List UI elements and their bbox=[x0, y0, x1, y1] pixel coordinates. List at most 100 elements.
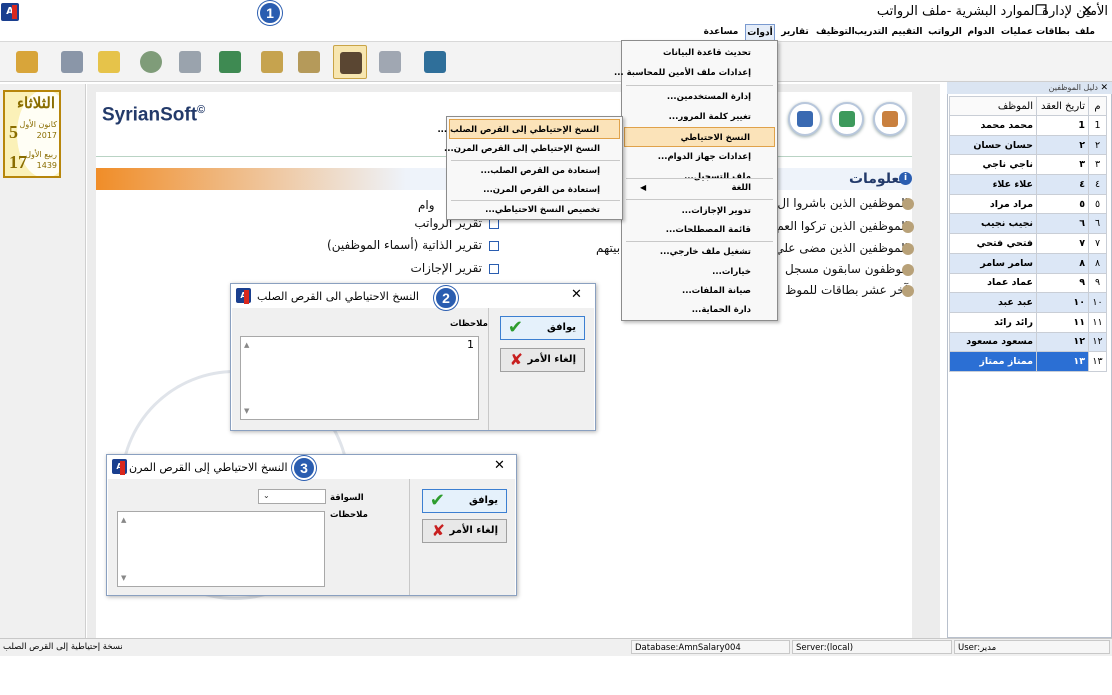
status-database: Database:AmnSalary004 bbox=[631, 640, 790, 654]
drive-select[interactable]: ⌄ bbox=[258, 489, 326, 504]
exit-button[interactable] bbox=[10, 45, 44, 79]
submenu-item-backup-fd[interactable]: النسخ الإحتياطي إلى القرص المرن... bbox=[444, 139, 620, 159]
row-contract: ٨ bbox=[1036, 252, 1089, 274]
submenu-item-restore-fd[interactable]: إستعادة من القرص المرن... bbox=[449, 180, 620, 200]
info-link-last-cards[interactable]: آخر عشر بطاقات للموظ bbox=[785, 283, 908, 297]
row-index: ٢ bbox=[1088, 134, 1107, 156]
employee-card-button[interactable] bbox=[55, 45, 89, 79]
calendar-day-name: الثلاثاء bbox=[16, 94, 55, 112]
title-bar: ❐ ✕ الأمين لإدارة الموارد البشرية -ملف ا… bbox=[0, 0, 1112, 43]
ok-button[interactable]: يوافق ✔ bbox=[422, 489, 507, 513]
brand-name: SyrianSoft bbox=[102, 104, 198, 126]
table-row[interactable]: ٣ ٣ ناجي ناجي bbox=[949, 154, 1107, 176]
dialog-close-icon[interactable]: ✕ bbox=[571, 287, 582, 302]
menu-item-device-settings[interactable]: إعدادات جهاز الدوام... bbox=[624, 147, 775, 167]
report-books-button[interactable] bbox=[292, 45, 326, 79]
scroll-down-icon[interactable]: ▼ bbox=[244, 407, 249, 415]
table-row-selected[interactable]: ١٣ ١٣ ممتاز ممتاز bbox=[949, 351, 1107, 372]
ok-button-label: يوافق bbox=[546, 322, 576, 333]
table-row[interactable]: ١١ ١١ رائد رائد bbox=[949, 311, 1107, 333]
info-link-started[interactable]: الموظفين الذين باشروا ال bbox=[777, 196, 908, 210]
column-header-index[interactable]: م bbox=[1088, 96, 1107, 116]
ok-button-label: يوافق bbox=[468, 495, 498, 506]
row-index: ٧ bbox=[1088, 233, 1107, 254]
status-server: Server:(local) bbox=[792, 640, 952, 654]
info-link-left[interactable]: الموظفين الذين تركوا العم bbox=[776, 219, 908, 233]
ok-button[interactable]: يوافق ✔ bbox=[500, 316, 585, 340]
dialog-app-icon: A bbox=[236, 288, 251, 304]
window-title: الأمين لإدارة الموارد البشرية -ملف الروا… bbox=[876, 4, 1108, 43]
menu-cards[interactable]: بطاقات bbox=[1036, 24, 1070, 41]
menu-recruitment[interactable]: التوظيف bbox=[816, 24, 855, 41]
menu-item-maintenance[interactable]: صيانة الملفات... bbox=[624, 281, 775, 301]
menu-reports[interactable]: تقارير bbox=[778, 24, 812, 41]
chevron-down-icon: ⌄ bbox=[263, 491, 270, 500]
calendar-greg-day: 5 bbox=[9, 122, 18, 142]
scroll-up-icon[interactable]: ▲ bbox=[244, 341, 249, 349]
menu-salaries[interactable]: الرواتب bbox=[928, 24, 962, 41]
home-button[interactable] bbox=[873, 102, 907, 136]
scroll-up-icon[interactable]: ▲ bbox=[121, 516, 126, 524]
notes-textarea[interactable]: 1 ▲ ▼ bbox=[240, 336, 479, 420]
dialog-close-icon[interactable]: ✕ bbox=[494, 458, 505, 473]
menu-item-terms[interactable]: قائمة المصطلحات... bbox=[624, 220, 775, 240]
info-link-former[interactable]: موظفون سابقون مسجل bbox=[785, 262, 908, 276]
drive-label: السواقة bbox=[330, 493, 364, 503]
menu-help[interactable]: مساعدة bbox=[702, 24, 740, 41]
table-row[interactable]: ١٢ ١٢ مسعود مسعود bbox=[949, 331, 1107, 353]
panel-close-icon[interactable]: ✕ bbox=[1100, 82, 1108, 94]
scroll-down-icon[interactable]: ▼ bbox=[121, 574, 126, 582]
table-row[interactable]: ٥ ٥ مراد مراد bbox=[949, 193, 1107, 215]
menu-tools[interactable]: أدوات bbox=[745, 24, 775, 41]
menu-item-update-db[interactable]: تحديث قاعدة البيانات bbox=[624, 43, 775, 63]
books-button[interactable] bbox=[255, 45, 289, 79]
add-field-button[interactable] bbox=[92, 45, 126, 79]
menu-item-users[interactable]: إدارة المستخدمين... bbox=[624, 87, 775, 107]
table-row[interactable]: ٨ ٨ سامر سامر bbox=[949, 252, 1107, 274]
calculator-button[interactable] bbox=[373, 45, 407, 79]
submenu-item-backup-hd[interactable]: النسخ الإحتياطي إلى القرص الصلب ... bbox=[437, 119, 620, 139]
menu-item-options[interactable]: خيارات... bbox=[624, 262, 775, 282]
menu-item-language[interactable]: اللغة bbox=[624, 178, 775, 198]
menu-evaluation[interactable]: التقييم bbox=[890, 24, 924, 41]
table-row[interactable]: 1 1 محمد محمد bbox=[949, 115, 1107, 136]
refresh-button[interactable] bbox=[830, 102, 864, 136]
door-button[interactable] bbox=[418, 45, 452, 79]
table-row[interactable]: ٢ ٢ حسان حسان bbox=[949, 134, 1107, 156]
menu-item-run-external[interactable]: تشغيل ملف خارجي... bbox=[624, 242, 775, 262]
cancel-button[interactable]: إلغاء الأمر ✘ bbox=[500, 348, 585, 372]
menu-item-accounting-settings[interactable]: إعدادات ملف الأمين للمحاسبة ... bbox=[614, 63, 775, 83]
notes-textarea[interactable]: ▲ ▼ bbox=[117, 511, 325, 587]
cancel-button[interactable]: إلغاء الأمر ✘ bbox=[422, 519, 507, 543]
settings-button[interactable] bbox=[788, 102, 822, 136]
column-header-employee[interactable]: الموظف bbox=[949, 96, 1037, 116]
table-row[interactable]: ١٠ ١٠ عبد عبد bbox=[949, 292, 1107, 313]
table-row[interactable]: ٦ ٦ نجيب نجيب bbox=[949, 213, 1107, 235]
table-row[interactable]: ٩ ٩ عماد عماد bbox=[949, 272, 1107, 294]
menu-file[interactable]: ملف bbox=[1074, 24, 1096, 41]
menu-item-rotate-leaves[interactable]: تدوير الإجازات... bbox=[624, 201, 775, 221]
money-button[interactable] bbox=[213, 45, 247, 79]
submenu-item-customize-backup[interactable]: تخصيص النسخ الاحتياطي... bbox=[449, 200, 620, 220]
menu-item-backup[interactable]: النسخ الاحتياطي bbox=[624, 127, 775, 147]
menu-operations[interactable]: عمليات bbox=[1000, 24, 1034, 41]
menu-item-change-password[interactable]: تغيير كلمة المرور... bbox=[624, 107, 775, 127]
clock-button[interactable] bbox=[134, 45, 168, 79]
books-icon bbox=[261, 51, 283, 73]
report-personnel-link[interactable]: تقرير الذاتية (أسماء الموظفين) bbox=[327, 238, 482, 252]
row-contract: ٦ bbox=[1036, 213, 1089, 235]
calculator-clock-button[interactable] bbox=[173, 45, 207, 79]
report-leaves-link[interactable]: تقرير الإجازات bbox=[411, 261, 482, 275]
submenu-item-restore-hd[interactable]: إستعادة من القرص الصلب... bbox=[449, 161, 620, 181]
table-row[interactable]: ٤ ٤ علاء علاء bbox=[949, 174, 1107, 195]
row-employee: عماد عماد bbox=[949, 272, 1037, 294]
employees-button[interactable] bbox=[333, 45, 367, 79]
row-employee: عبد عبد bbox=[949, 292, 1037, 313]
cross-icon: ✘ bbox=[431, 521, 445, 540]
menu-training[interactable]: التدريب bbox=[854, 24, 888, 41]
info-link-tenure[interactable]: الموظفين الذين مضى علي bbox=[774, 241, 908, 255]
menu-item-protection[interactable]: دارة الحماية... bbox=[624, 300, 775, 320]
menu-attendance[interactable]: الدوام bbox=[966, 24, 996, 41]
column-header-contract-date[interactable]: تاريخ العقد bbox=[1036, 96, 1089, 116]
table-row[interactable]: ٧ ٧ فتحي فتحي bbox=[949, 233, 1107, 254]
